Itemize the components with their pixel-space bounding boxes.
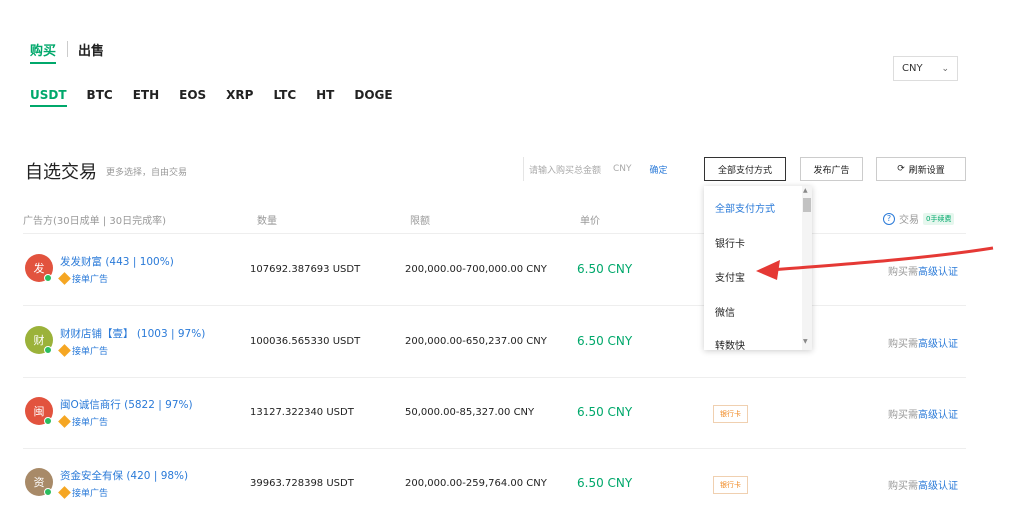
annotation-arrow-icon [756, 246, 994, 280]
